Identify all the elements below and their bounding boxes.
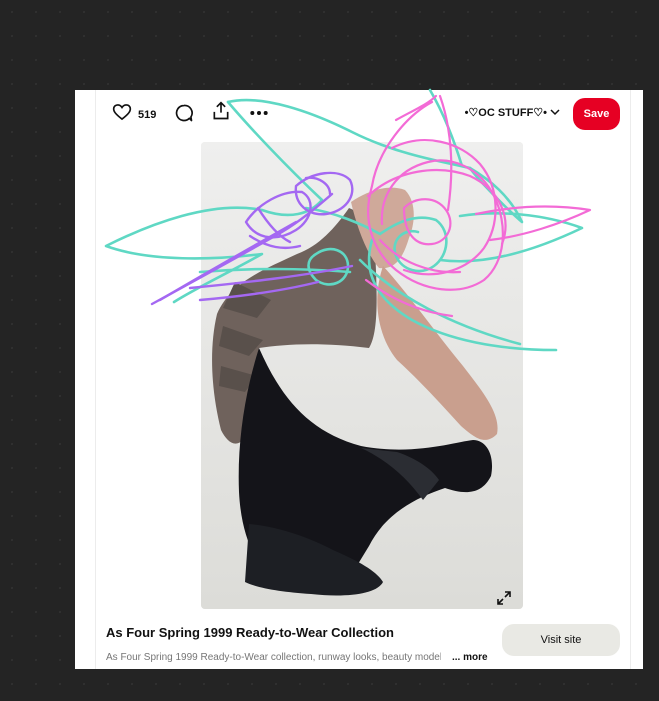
heart-icon	[112, 102, 132, 127]
expand-button[interactable]	[490, 586, 518, 609]
pin-detail: 519 •♡OC STUFF♡• Save As Four Spring 199…	[95, 90, 631, 669]
more-icon	[249, 103, 269, 128]
pin-description: As Four Spring 1999 Ready-to-Wear collec…	[106, 652, 441, 663]
pin-card: 519 •♡OC STUFF♡• Save As Four Spring 199…	[75, 90, 643, 669]
pin-photo	[201, 142, 523, 609]
pin-image[interactable]	[201, 142, 523, 609]
share-icon	[211, 100, 231, 127]
like-button[interactable]: 519	[112, 102, 156, 127]
save-button[interactable]: Save	[573, 98, 620, 130]
like-count: 519	[138, 108, 157, 121]
comment-button[interactable]	[174, 103, 194, 128]
more-link[interactable]: ... more	[452, 652, 488, 663]
pin-title: As Four Spring 1999 Ready-to-Wear Collec…	[106, 625, 394, 640]
comment-icon	[174, 103, 194, 128]
share-button[interactable]	[211, 100, 231, 127]
chevron-down-icon	[550, 107, 560, 119]
pin-toolbar: 519 •♡OC STUFF♡• Save	[96, 90, 630, 136]
board-selector[interactable]: •♡OC STUFF♡•	[465, 106, 560, 119]
more-options-button[interactable]	[249, 103, 269, 128]
expand-icon	[496, 590, 512, 610]
visit-site-button[interactable]: Visit site	[502, 624, 620, 656]
board-name: •♡OC STUFF♡•	[464, 107, 547, 119]
